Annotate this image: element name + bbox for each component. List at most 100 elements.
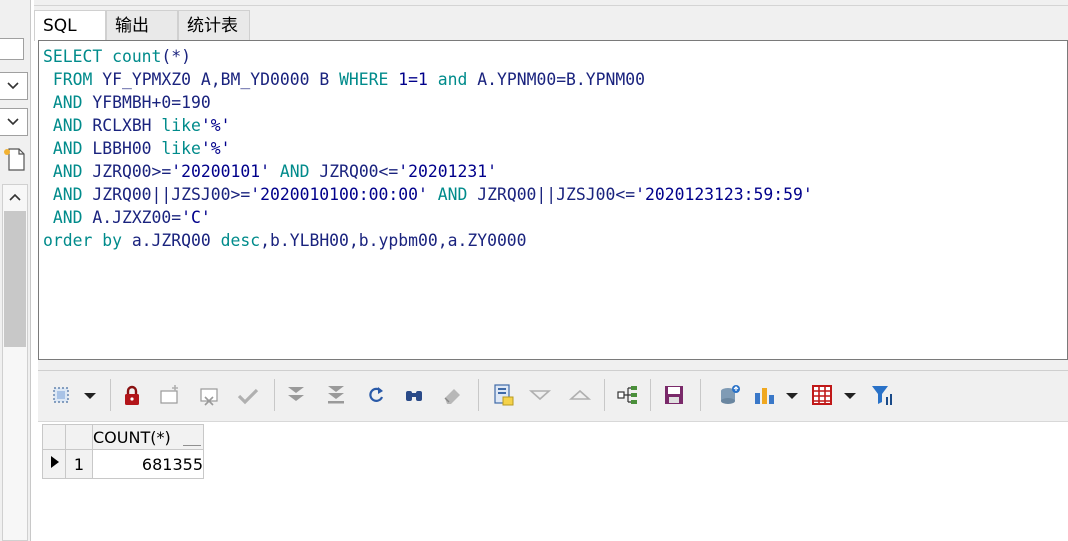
sql-line: FROM YF_YPMXZ0 A,BM_YD0000 B WHERE 1=1 a…: [43, 68, 645, 91]
toolbar-separator: [478, 379, 479, 411]
database-icon[interactable]: [718, 383, 742, 407]
table-header-row: COUNT(*): [42, 424, 204, 450]
current-row-indicator-icon: [42, 449, 66, 479]
delete-record-icon[interactable]: [198, 383, 222, 407]
sql-token: order by: [43, 231, 132, 250]
top-divider: [34, 0, 1068, 6]
export-icon[interactable]: [492, 383, 516, 407]
sql-token: a.JZRQ00: [131, 231, 221, 250]
select-mode-icon[interactable]: [50, 383, 74, 407]
column-header-count[interactable]: COUNT(*): [92, 424, 204, 450]
chart-dropdown-icon[interactable]: [780, 383, 804, 407]
left-panel: [0, 0, 31, 541]
sql-line: AND RCLXBH like'%': [43, 114, 231, 137]
sql-token: JZRQ00<=: [319, 162, 399, 181]
sql-token: AND: [43, 93, 93, 112]
sql-line: AND JZRQ00>='20200101' AND JZRQ00<='2020…: [43, 160, 497, 183]
sql-token: FROM: [43, 70, 103, 89]
toolbar-separator: [604, 379, 605, 411]
sql-token: AND: [437, 185, 478, 204]
sql-token: '20200101': [171, 162, 280, 181]
sql-token: like: [161, 139, 201, 158]
row-number-header: [65, 424, 93, 450]
sql-token: like: [161, 116, 201, 135]
filter-icon[interactable]: [870, 383, 894, 407]
column-header-label: COUNT(*): [93, 427, 171, 447]
sql-token: SELECT: [43, 47, 113, 66]
scroll-thumb[interactable]: [4, 211, 26, 347]
query-by-example-icon[interactable]: [402, 383, 426, 407]
sql-token: '%': [200, 139, 231, 158]
sql-token: '2020010100:00:00': [250, 185, 438, 204]
save-icon[interactable]: [662, 383, 686, 407]
grid-icon[interactable]: [810, 383, 834, 407]
insert-record-icon[interactable]: [158, 383, 182, 407]
sql-token: LBBH00: [92, 139, 162, 158]
left-panel-field[interactable]: [0, 38, 24, 60]
tab-sql[interactable]: SQL: [34, 10, 106, 41]
row-number: 1: [65, 449, 93, 479]
result-toolbar: [38, 371, 1068, 422]
sql-line: AND YFBMBH+0=190: [43, 91, 211, 114]
sql-token: (*): [161, 47, 192, 66]
result-table: COUNT(*) 1 681355: [42, 424, 204, 479]
sql-token: ,b.YLBH00,b.ypbm00,a.ZY0000: [260, 231, 527, 250]
record-view-icon[interactable]: [616, 383, 640, 407]
scroll-up-button[interactable]: [3, 185, 27, 209]
sql-token: desc: [220, 231, 261, 250]
lock-icon[interactable]: [120, 383, 144, 407]
toolbar-separator: [700, 379, 701, 411]
sql-token: AND: [43, 139, 93, 158]
sql-token: YFBMBH+0=190: [92, 93, 211, 112]
sql-token: '2020123123:59:59': [635, 185, 813, 204]
chevron-down-icon: [7, 118, 19, 126]
sql-token: A.YPNM00=B.YPNM00: [477, 70, 646, 89]
sql-token: AND: [43, 162, 93, 181]
row-indicator-header: [42, 424, 66, 450]
sql-token: '%': [200, 116, 231, 135]
clear-icon[interactable]: [440, 383, 464, 407]
sql-token: count: [112, 47, 162, 66]
left-panel-dropdown-2[interactable]: [0, 108, 28, 136]
panel-splitter[interactable]: [38, 360, 1068, 371]
sql-line: AND LBBH00 like'%': [43, 137, 231, 160]
sql-token: AND: [43, 116, 93, 135]
left-panel-dropdown-1[interactable]: [0, 72, 28, 100]
chart-icon[interactable]: [752, 383, 776, 407]
sql-token: 1=1: [398, 70, 438, 89]
fetch-next-icon[interactable]: [284, 383, 308, 407]
fetch-last-icon[interactable]: [324, 383, 348, 407]
grid-dropdown-icon[interactable]: [838, 383, 862, 407]
refresh-icon[interactable]: [364, 383, 388, 407]
toolbar-separator: [650, 379, 651, 411]
sql-token: AND: [43, 185, 93, 204]
next-icon[interactable]: [568, 383, 592, 407]
tab-output[interactable]: 输出: [106, 10, 178, 40]
sql-line: AND JZRQ00||JZSJ00>='2020010100:00:00' A…: [43, 183, 813, 206]
previous-icon[interactable]: [528, 383, 552, 407]
sql-token: JZRQ00>=: [92, 162, 172, 181]
result-grid: COUNT(*) 1 681355: [38, 422, 1068, 541]
sql-line: order by a.JZRQ00 desc,b.YLBH00,b.ypbm00…: [43, 229, 527, 252]
sql-token: RCLXBH: [92, 116, 162, 135]
sql-token: AND: [43, 208, 93, 227]
post-changes-icon[interactable]: [236, 383, 260, 407]
sql-line: AND A.JZXZ00='C': [43, 206, 211, 229]
sql-token: AND: [279, 162, 320, 181]
sql-token: JZRQ00||JZSJ00>=: [92, 185, 251, 204]
chevron-up-icon: [9, 193, 21, 201]
sql-token: 'C': [181, 208, 211, 227]
table-row[interactable]: 1 681355: [42, 449, 204, 479]
new-document-icon[interactable]: [2, 146, 26, 175]
sql-editor[interactable]: SELECT count(*) FROM YF_YPMXZ0 A,BM_YD00…: [38, 40, 1068, 360]
dropdown-arrow-icon[interactable]: [78, 383, 102, 407]
column-sort-handle[interactable]: [183, 429, 201, 446]
toolbar-separator: [274, 379, 275, 411]
tab-statistics[interactable]: 统计表: [178, 10, 250, 40]
count-cell[interactable]: 681355: [92, 449, 204, 479]
chevron-down-icon: [7, 82, 19, 90]
toolbar-separator: [110, 379, 111, 411]
sql-token: WHERE: [339, 70, 399, 89]
left-panel-scrollbar[interactable]: [2, 184, 28, 541]
sql-token: JZRQ00||JZSJ00<=: [477, 185, 636, 204]
